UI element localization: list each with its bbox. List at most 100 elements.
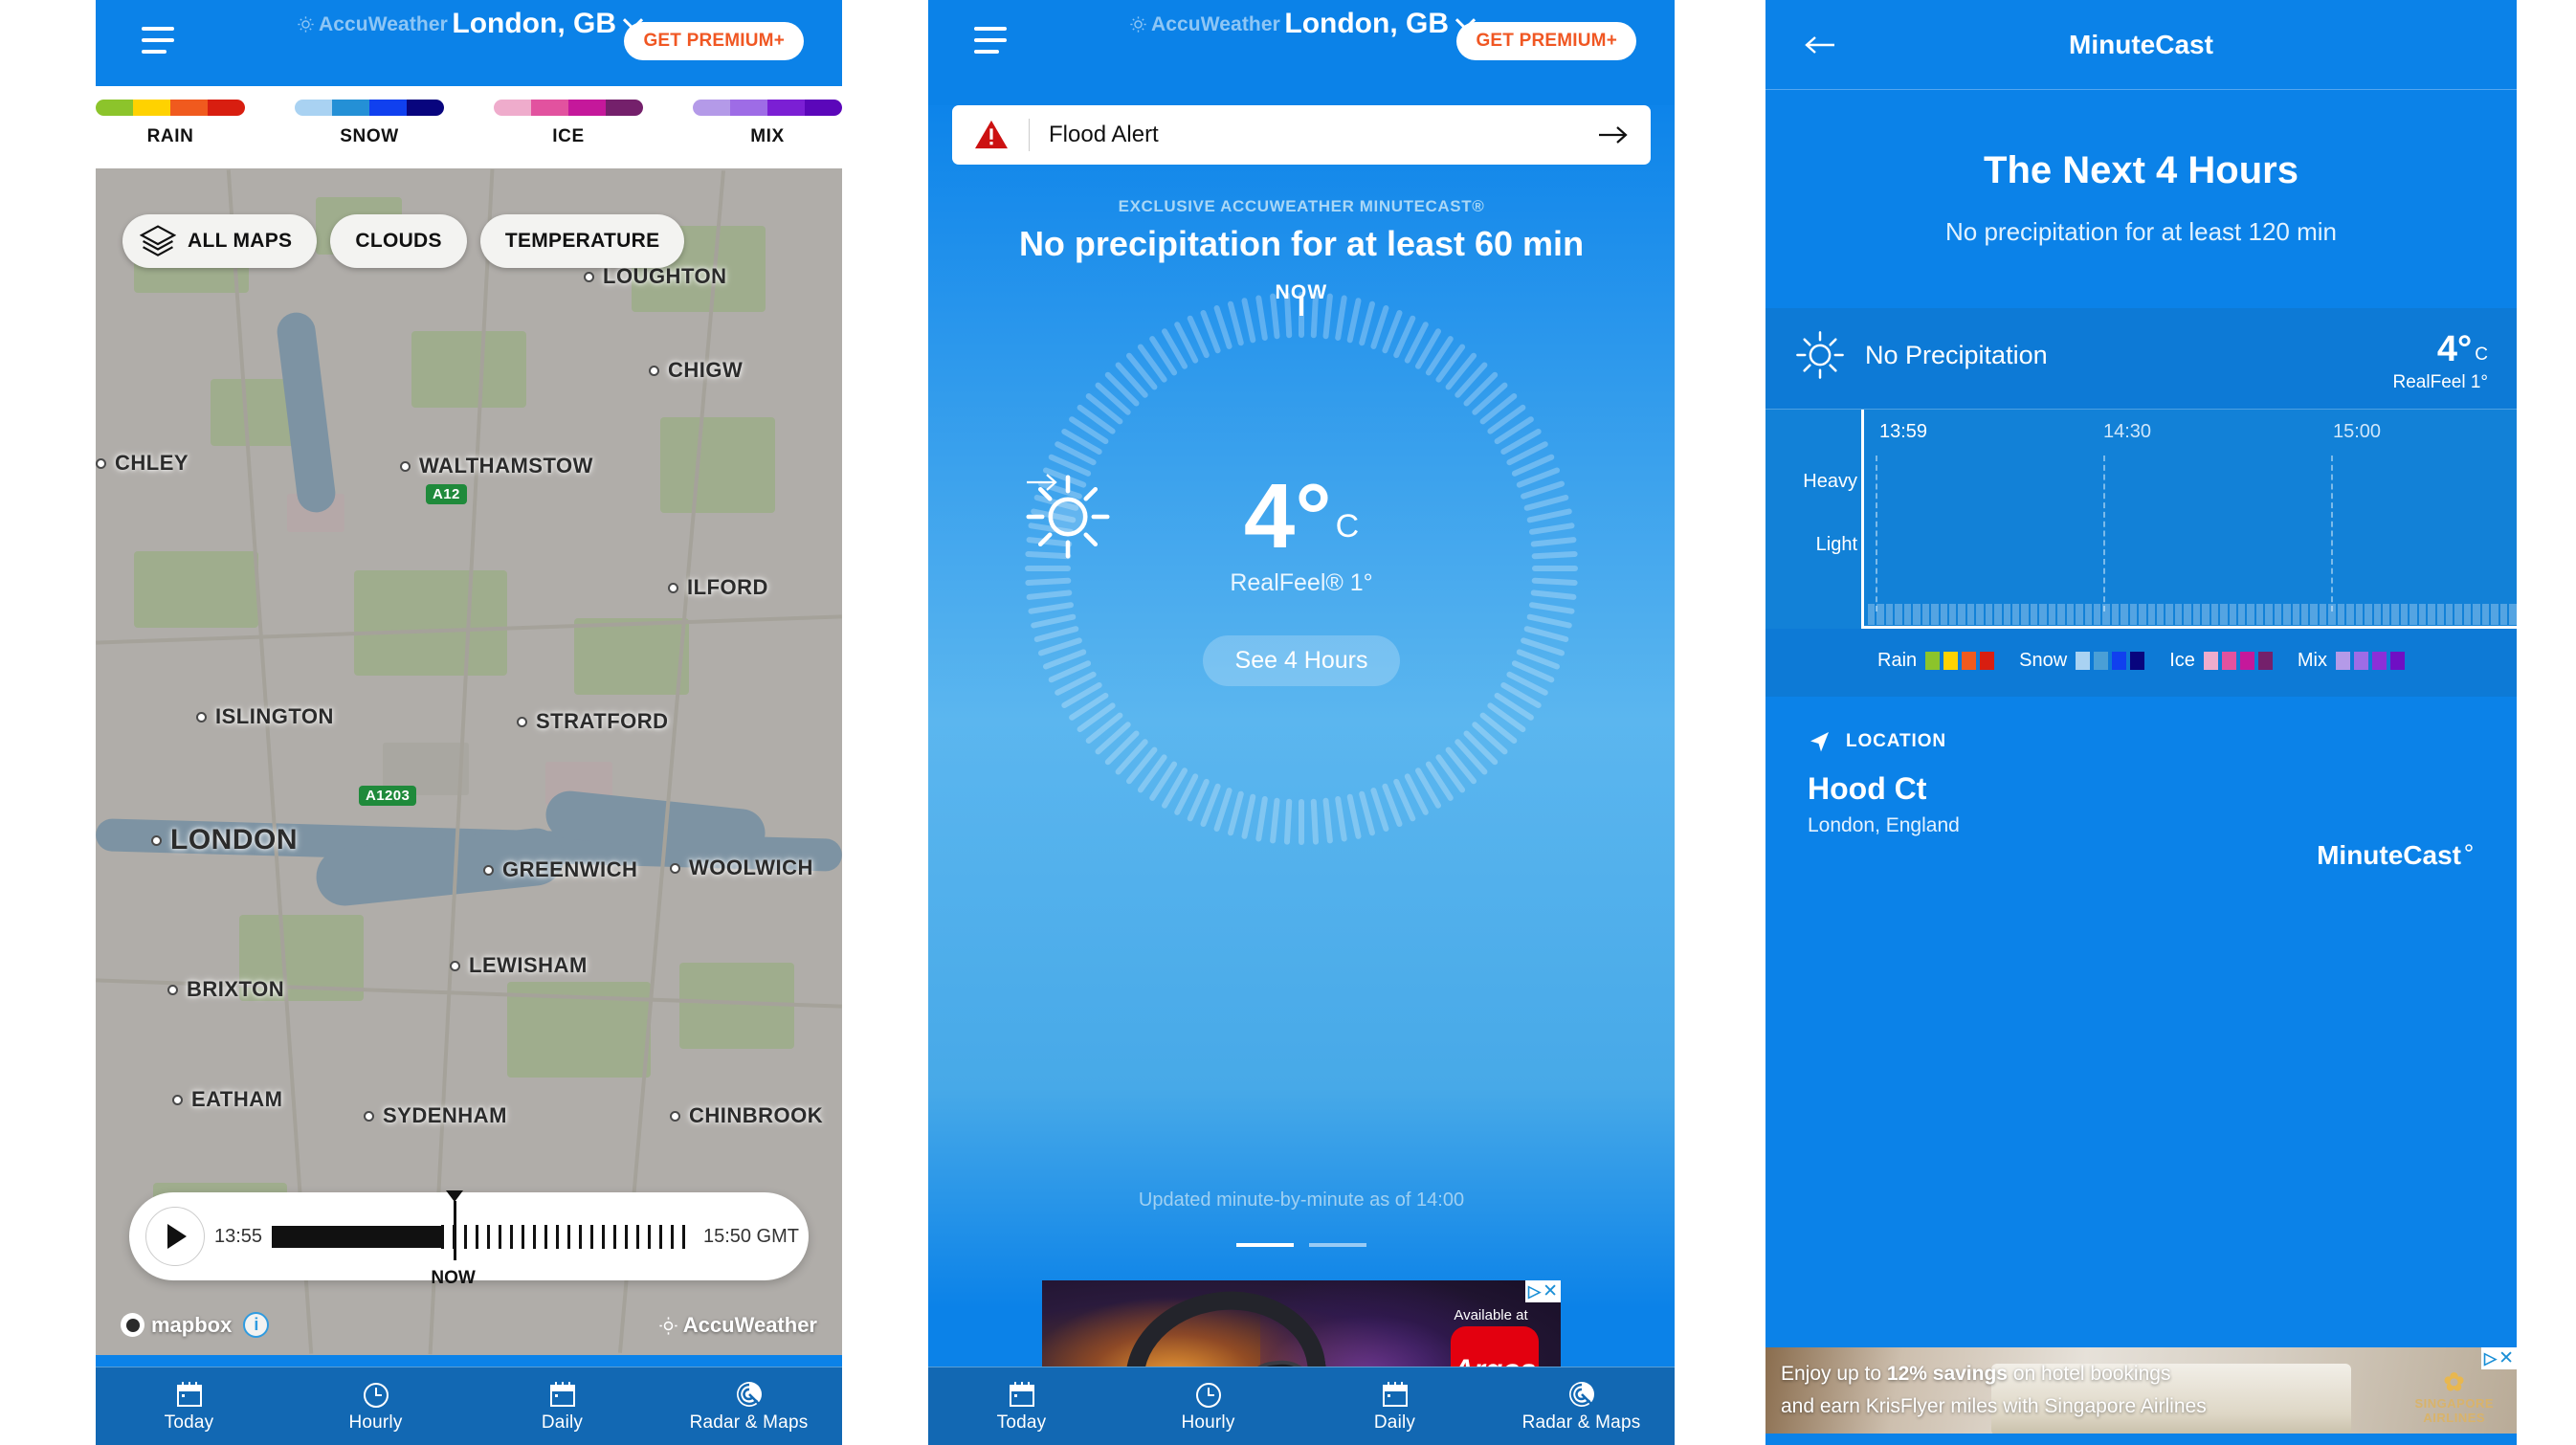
legend-swatch — [730, 100, 767, 116]
chart-minute-bar — [1921, 604, 1930, 625]
timeline-tick — [658, 1224, 662, 1249]
close-icon[interactable]: ✕ — [1543, 1282, 1558, 1300]
get-premium-button[interactable]: GET PREMIUM+ — [624, 22, 804, 60]
chart-minute-bar — [2111, 604, 2120, 625]
chart-minute-bar — [2473, 604, 2480, 625]
temperature-value: 4° — [1243, 465, 1332, 567]
chart-minute-bar — [2237, 604, 2246, 625]
nav-item-radar-maps[interactable]: Radar & Maps — [1488, 1379, 1675, 1434]
place-dot-icon — [364, 1110, 374, 1122]
chart-minute-bar — [2139, 604, 2146, 625]
timeline-track[interactable]: NOW — [272, 1190, 694, 1288]
place-dot-icon — [584, 271, 594, 282]
map-place-label-text: LONDON — [170, 824, 298, 856]
map-place-label: STRATFORD — [517, 709, 669, 734]
map-place-label-text: BRIXTON — [187, 977, 285, 1001]
map-place-label: EATHAM — [172, 1087, 282, 1112]
nav-item-daily[interactable]: Daily — [469, 1379, 655, 1434]
location-card[interactable]: LOCATION Hood Ct London, England MinuteC… — [1765, 697, 2517, 984]
chart-minute-bar — [2057, 604, 2065, 625]
flood-alert-label: Flood Alert — [1049, 122, 1159, 147]
chip-temperature[interactable]: TEMPERATURE — [479, 214, 685, 268]
nav-item-hourly[interactable]: Hourly — [1115, 1379, 1301, 1434]
arrow-left-icon[interactable] — [1804, 34, 1836, 56]
location-kicker: LOCATION — [1846, 731, 1947, 751]
clock-icon — [1193, 1379, 1224, 1410]
current-conditions-row: 4° C — [1026, 465, 1359, 567]
accuweather-sun-icon — [298, 16, 314, 33]
place-dot-icon — [96, 457, 106, 469]
chip-clouds[interactable]: CLOUDS — [330, 214, 467, 268]
location-selector[interactable]: London, GB — [452, 8, 644, 40]
mapbox-logo[interactable]: mapbox — [121, 1313, 232, 1338]
play-button[interactable] — [145, 1207, 205, 1266]
chart-minute-bar — [1940, 604, 1947, 625]
chart-minute-bar — [2066, 604, 2075, 625]
chart-minute-bar — [2021, 604, 2029, 625]
timeline-tick — [498, 1224, 501, 1249]
timeline-tick — [681, 1224, 685, 1249]
ad-choices-badge[interactable]: ▷ ✕ — [2481, 1347, 2517, 1369]
y-label-heavy: Heavy — [1803, 471, 1857, 492]
map-place-label-text: WALTHAMSTOW — [419, 454, 593, 478]
sa-line-2: AIRLINES — [2423, 1410, 2486, 1425]
place-dot-icon — [172, 1094, 183, 1105]
chart-minute-bar — [2418, 604, 2427, 625]
minutecast-dial[interactable]: NOW 4 — [1024, 281, 1579, 846]
chart-minute-bar — [1966, 604, 1975, 625]
chart-minute-bar — [2346, 604, 2354, 625]
map-info-icon[interactable]: i — [243, 1312, 270, 1338]
radar-map[interactable]: ALL MAPS CLOUDS TEMPERATURE LOUGHTON CHIG… — [96, 168, 842, 1355]
legend-swatch — [407, 100, 444, 116]
nav-item-hourly[interactable]: Hourly — [282, 1379, 469, 1434]
menu-icon[interactable] — [974, 27, 1007, 56]
legend-swatch — [494, 100, 531, 116]
map-place-label: GREENWICH — [483, 857, 637, 882]
screenshot-root: AccuWeather London, GB GET PREMIUM+ RAIN… — [0, 0, 2576, 1445]
ad-choices-badge[interactable]: ▷ ✕ — [1525, 1280, 1561, 1302]
chip-all-maps[interactable]: ALL MAPS — [122, 214, 318, 268]
timeline-tick — [647, 1224, 651, 1249]
road-shield: A12 — [426, 484, 467, 504]
location-selector[interactable]: London, GB — [1284, 8, 1477, 40]
legend-group-label: Snow — [2019, 650, 2068, 671]
road-shield: A1203 — [359, 786, 417, 806]
timeline-tick — [578, 1224, 582, 1249]
radar-timeline[interactable]: 13:55 NOW 15:50 GMT — [129, 1190, 809, 1288]
legend-swatch — [2257, 652, 2273, 670]
see-4-hours-button[interactable]: See 4 Hours — [1027, 474, 1401, 687]
map-place-label: LONDON — [151, 824, 298, 856]
get-premium-button[interactable]: GET PREMIUM+ — [1456, 22, 1636, 60]
legend-swatch — [2130, 652, 2145, 670]
chart-minute-bar — [2210, 604, 2219, 625]
menu-icon[interactable] — [142, 27, 174, 56]
page-dot-1[interactable] — [1236, 1243, 1294, 1247]
location-name: Hood Ct — [1808, 771, 1927, 806]
chart-plot-area: 13:59 14:30 15:00 — [1861, 410, 2517, 629]
legend-swatches — [2076, 652, 2145, 670]
chart-minute-bars — [1868, 604, 2517, 625]
map-place-label: LEWISHAM — [450, 953, 588, 978]
location-label: London, GB — [452, 8, 616, 39]
flood-alert-banner[interactable]: Flood Alert — [952, 105, 1651, 165]
legend-swatch — [805, 100, 842, 116]
nav-item-today[interactable]: Today — [96, 1379, 282, 1434]
nav-item-radar-maps[interactable]: Radar & Maps — [655, 1379, 842, 1434]
close-icon[interactable]: ✕ — [2498, 1349, 2514, 1367]
timeline-tick — [544, 1224, 547, 1249]
page-dot-2[interactable] — [1309, 1243, 1366, 1247]
chart-minute-bar — [1903, 604, 1912, 625]
page-indicator[interactable] — [928, 1243, 1675, 1247]
nav-item-today[interactable]: Today — [928, 1379, 1115, 1434]
precip-timeline-chart[interactable]: Heavy Light 13:59 14:30 15:00 — [1765, 409, 2517, 629]
timeline-now-marker[interactable] — [445, 1190, 463, 1260]
nav-item-daily[interactable]: Daily — [1301, 1379, 1488, 1434]
chart-minute-bar — [2192, 604, 2201, 625]
advertisement-singapore-airlines[interactable]: Enjoy up to 12% savings on hotel booking… — [1765, 1347, 2517, 1439]
legend-swatch — [2239, 652, 2254, 670]
chart-minute-bar — [2310, 604, 2318, 625]
legend-bar-ice — [494, 100, 643, 116]
chart-minute-bar — [2093, 604, 2101, 625]
chart-minute-bar — [2337, 604, 2345, 625]
chart-minute-bar — [1895, 604, 1902, 625]
